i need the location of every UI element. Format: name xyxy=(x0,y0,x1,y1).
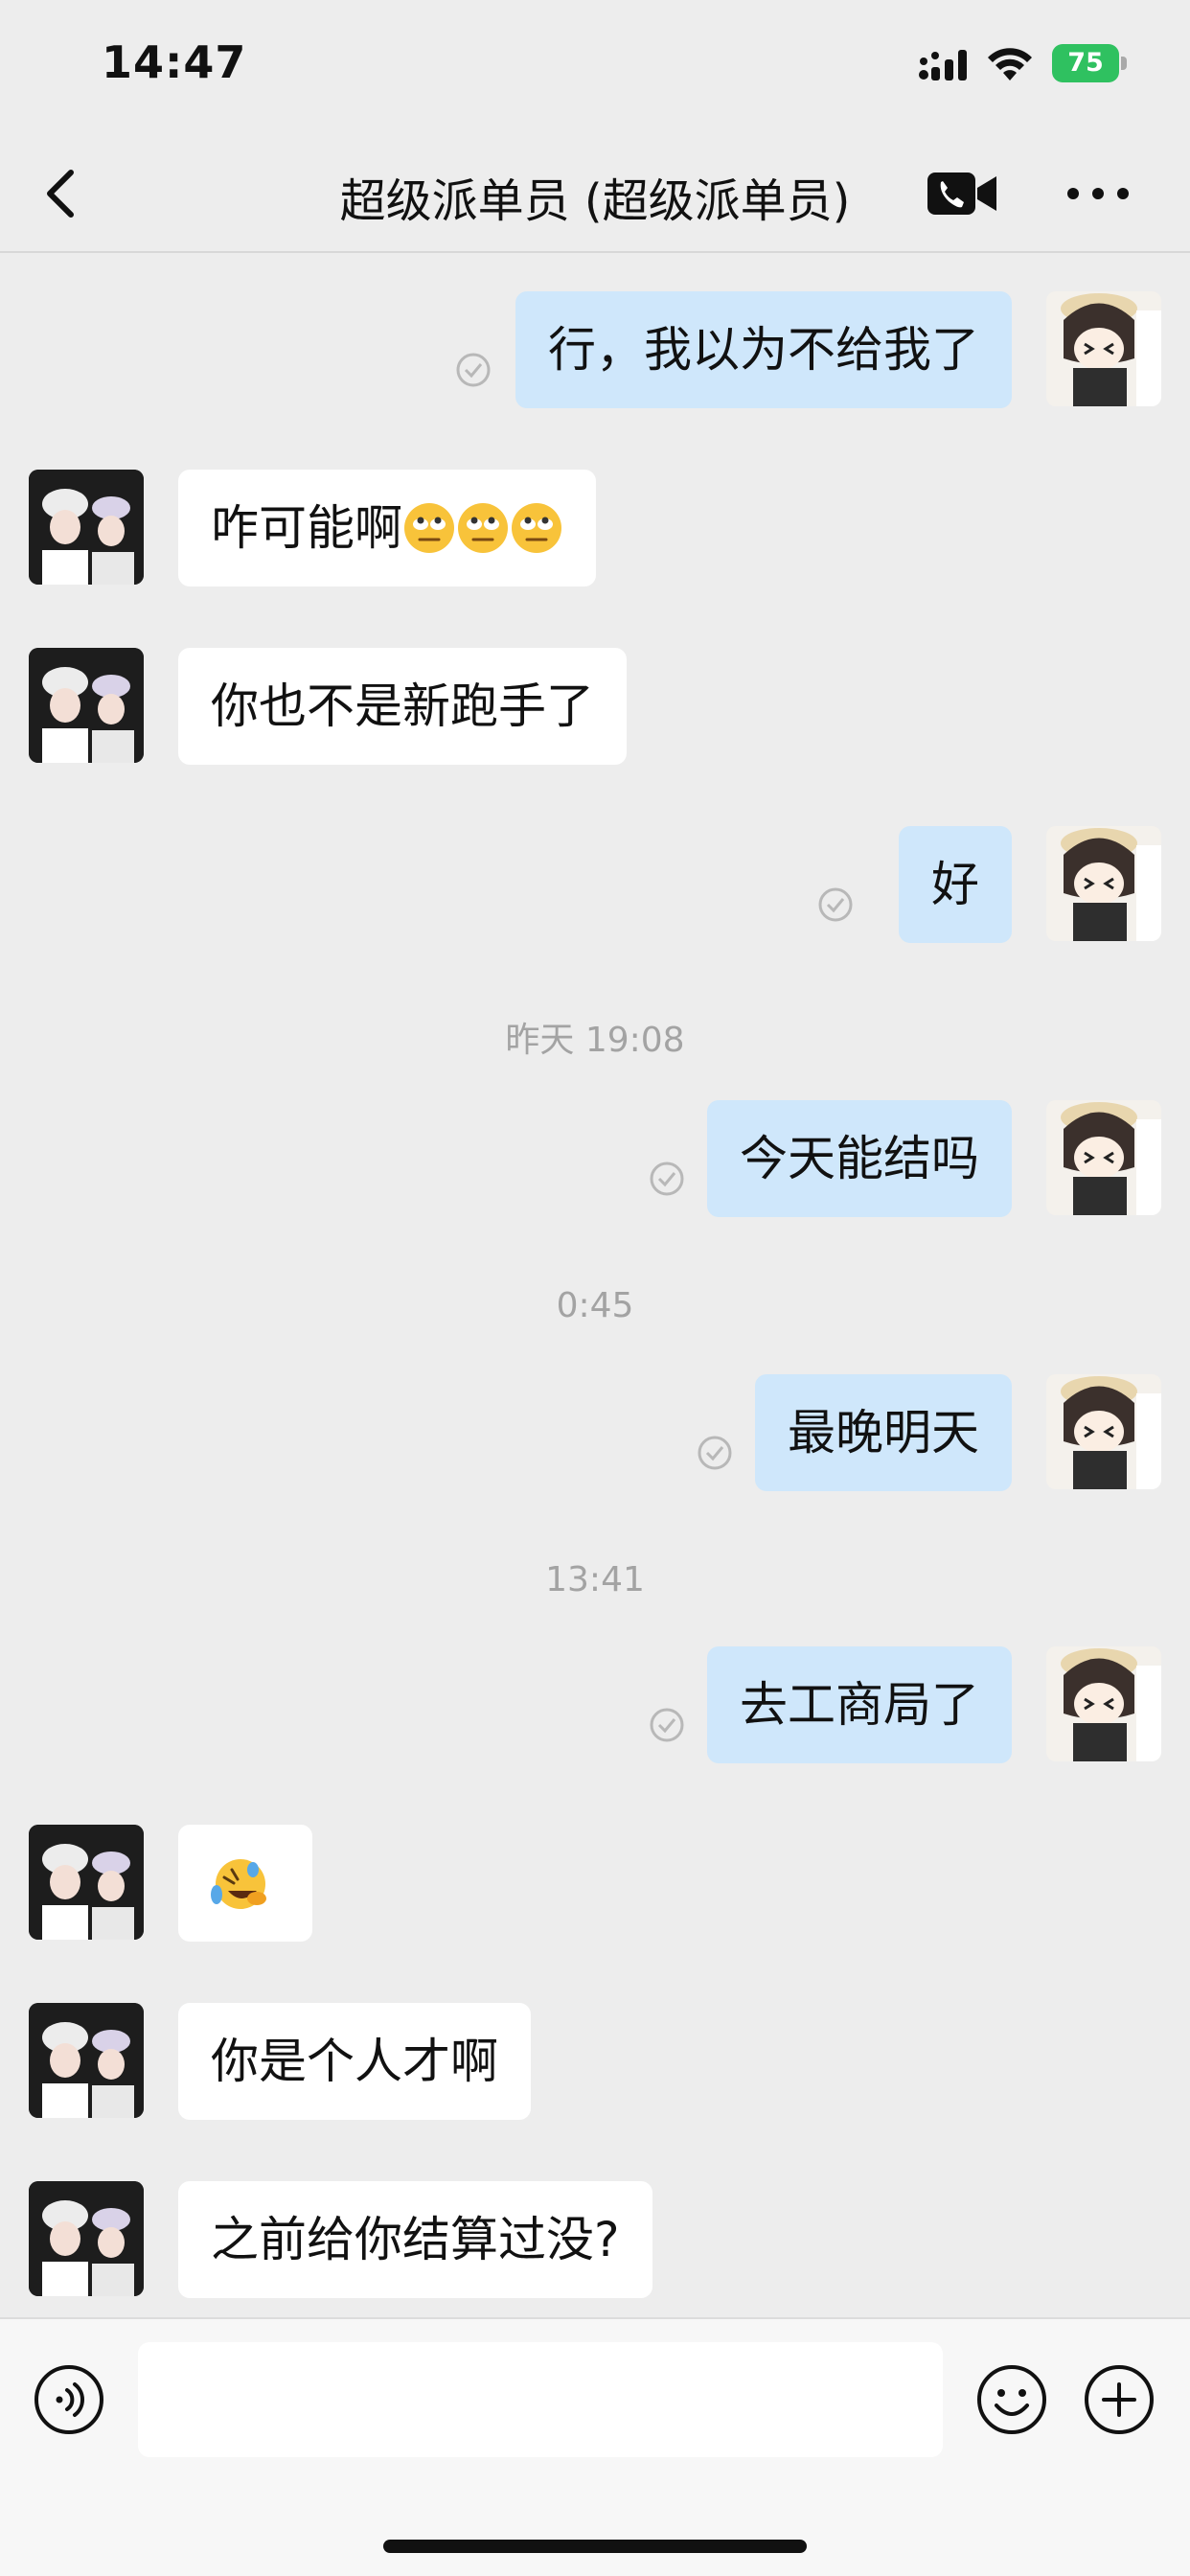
message-bubble[interactable]: 今天能结吗 xyxy=(707,1100,1012,1217)
message-bubble[interactable]: 最晚明天 xyxy=(755,1374,1012,1491)
self-avatar[interactable] xyxy=(1046,826,1161,941)
message-row-other: 你是个人才啊 xyxy=(0,2003,1190,2120)
message-row-self: 今天能结吗 xyxy=(0,1100,1190,1217)
message-bubble[interactable]: 行，我以为不给我了 xyxy=(515,291,1012,408)
rolling-eyes-emoji-icon xyxy=(458,502,508,553)
anime-avatar-image xyxy=(1046,1100,1161,1215)
home-indicator[interactable] xyxy=(383,2540,807,2553)
message-bubble[interactable]: 你是个人才啊 xyxy=(178,2003,531,2120)
rolling-eyes-emoji-icon xyxy=(512,502,561,553)
message-row-other: 咋可能啊 xyxy=(0,470,1190,586)
timestamp: 13:41 xyxy=(545,1560,645,1599)
anime-avatar-image xyxy=(1046,291,1161,406)
read-receipt-icon xyxy=(650,1162,684,1196)
message-row-other: 你也不是新跑手了 xyxy=(0,648,1190,765)
message-bubble[interactable]: 好 xyxy=(899,826,1012,943)
contact-avatar[interactable] xyxy=(29,648,144,763)
contact-photo-image xyxy=(29,2003,144,2118)
contact-photo-image xyxy=(29,1825,144,1940)
contact-photo-image xyxy=(29,2181,144,2296)
status-time: 14:47 xyxy=(102,36,247,88)
message-row-other: 之前给你结算过没? xyxy=(0,2181,1190,2298)
read-receipt-icon xyxy=(456,353,491,387)
emoji-message-bubble[interactable] xyxy=(178,1825,312,1942)
anime-avatar-image xyxy=(1046,826,1161,941)
voice-input-button[interactable] xyxy=(33,2363,105,2436)
self-avatar[interactable] xyxy=(1046,1100,1161,1215)
read-receipt-icon xyxy=(818,887,853,922)
message-text: 咋可能啊 xyxy=(211,500,402,556)
contact-avatar[interactable] xyxy=(29,2003,144,2118)
chat-message-list[interactable]: 行，我以为不给我了 咋可能啊 你也不是新跑手了 好 昨天 19:08 今天能结吗… xyxy=(0,255,1190,2315)
self-avatar[interactable] xyxy=(1046,1374,1161,1489)
chat-header: 超级派单员 (超级派单员) xyxy=(0,134,1190,253)
more-actions-plus-button[interactable] xyxy=(1083,2363,1156,2436)
timestamp: 0:45 xyxy=(556,1286,634,1325)
wifi-icon xyxy=(988,48,1032,80)
message-bubble[interactable]: 咋可能啊 xyxy=(178,470,596,586)
message-input[interactable] xyxy=(138,2342,943,2457)
contact-photo-image xyxy=(29,470,144,585)
more-options-button[interactable] xyxy=(1064,172,1133,215)
message-row-self: 最晚明天 xyxy=(0,1374,1190,1491)
message-row-other xyxy=(0,1825,1190,1942)
self-avatar[interactable] xyxy=(1046,291,1161,406)
emoji-picker-button[interactable] xyxy=(975,2363,1048,2436)
message-bubble[interactable]: 之前给你结算过没? xyxy=(178,2181,652,2298)
battery-level: 75 xyxy=(1067,48,1104,78)
contact-avatar[interactable] xyxy=(29,470,144,585)
back-button[interactable] xyxy=(29,159,98,228)
contact-photo-image xyxy=(29,648,144,763)
self-avatar[interactable] xyxy=(1046,1646,1161,1761)
rolling-eyes-emoji-icon xyxy=(404,502,454,553)
message-composer xyxy=(0,2317,1190,2576)
message-row-self: 行，我以为不给我了 xyxy=(0,291,1190,408)
message-row-self: 去工商局了 xyxy=(0,1646,1190,1763)
read-receipt-icon xyxy=(698,1436,732,1470)
timestamp: 昨天 19:08 xyxy=(505,1021,685,1060)
status-bar: 14:47 75 xyxy=(0,0,1190,134)
contact-avatar[interactable] xyxy=(29,1825,144,1940)
message-row-self: 好 xyxy=(0,826,1190,943)
message-bubble[interactable]: 去工商局了 xyxy=(707,1646,1012,1763)
battery-tip xyxy=(1121,57,1127,70)
read-receipt-icon xyxy=(650,1708,684,1742)
chat-title: 超级派单员 (超级派单员) xyxy=(339,174,851,228)
anime-avatar-image xyxy=(1046,1646,1161,1761)
cellular-signal-icon xyxy=(919,50,967,80)
message-bubble[interactable]: 你也不是新跑手了 xyxy=(178,648,627,765)
contact-avatar[interactable] xyxy=(29,2181,144,2296)
video-call-button[interactable] xyxy=(926,167,998,220)
anime-avatar-image xyxy=(1046,1374,1161,1489)
rolling-on-floor-laughing-emoji-icon xyxy=(211,1859,266,1909)
battery-indicator: 75 xyxy=(1052,44,1127,82)
